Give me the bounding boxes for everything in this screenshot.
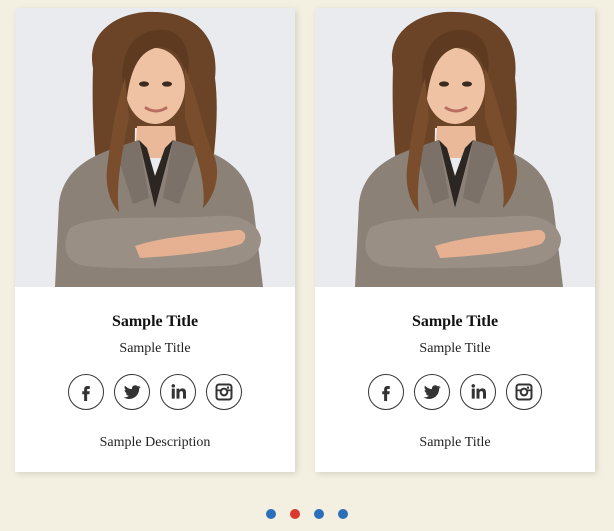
instagram-icon (215, 383, 233, 401)
instagram-link[interactable] (506, 374, 542, 410)
portrait-photo (315, 8, 595, 287)
carousel-dot[interactable] (338, 509, 348, 519)
linkedin-link[interactable] (160, 374, 196, 410)
facebook-icon (82, 386, 90, 401)
twitter-icon (423, 385, 441, 399)
twitter-icon (123, 385, 141, 399)
card-title: Sample Title (411, 313, 499, 330)
card-description: Sample Title (419, 435, 491, 450)
carousel-pagination (0, 509, 614, 519)
twitter-link[interactable] (414, 374, 450, 410)
carousel-dot[interactable] (314, 509, 324, 519)
portrait-photo (15, 8, 295, 287)
profile-card: Sample Title Sample Title Sample Title (315, 8, 595, 472)
social-links (315, 374, 595, 410)
linkedin-icon (471, 384, 486, 399)
carousel-dot[interactable] (266, 509, 276, 519)
card-subtitle: Sample Title (119, 341, 191, 356)
profile-card: Sample Title Sample Title Sample Descrip… (15, 8, 295, 472)
facebook-icon (382, 386, 390, 401)
instagram-icon (515, 383, 533, 401)
twitter-link[interactable] (114, 374, 150, 410)
facebook-link[interactable] (68, 374, 104, 410)
card-subtitle: Sample Title (419, 341, 491, 356)
linkedin-link[interactable] (460, 374, 496, 410)
linkedin-icon (171, 384, 186, 399)
social-links (15, 374, 295, 410)
instagram-link[interactable] (206, 374, 242, 410)
card-description: Sample Description (99, 435, 211, 450)
carousel-dot-active[interactable] (290, 509, 300, 519)
card-title: Sample Title (111, 313, 199, 330)
facebook-link[interactable] (368, 374, 404, 410)
